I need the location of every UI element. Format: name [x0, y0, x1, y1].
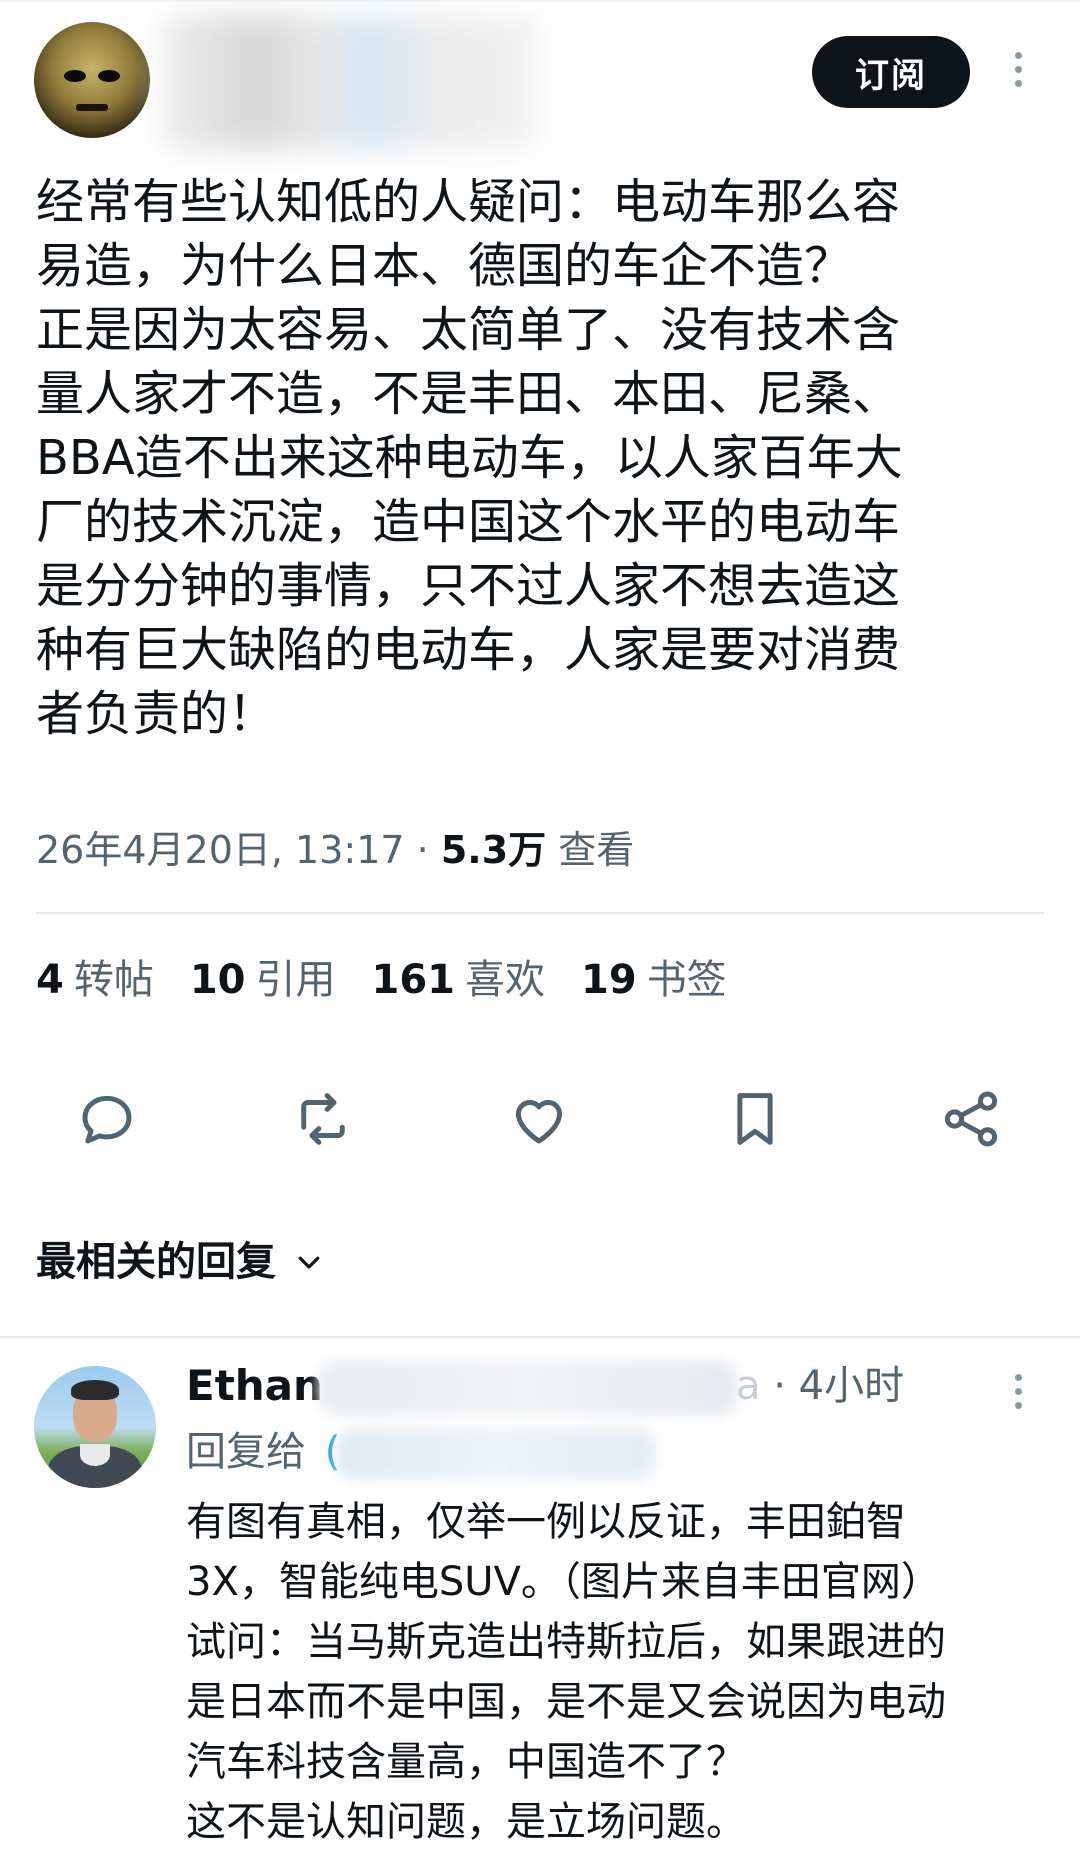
subscribe-button[interactable]: 订阅 [812, 36, 970, 108]
share-icon[interactable] [938, 1086, 1004, 1152]
post-timestamp[interactable]: 26年4月20日, 13:17 [36, 828, 405, 872]
engagement-stats: 4 转帖 10 引用 161 喜欢 19 书签 [36, 950, 763, 1010]
reply-to-line: 回复给 ( [186, 1424, 340, 1480]
reply-timestamp: · 4小时 [773, 1363, 905, 1409]
avatar-collar [80, 1444, 110, 1466]
post-meta: 26年4月20日, 13:17 · 5.3万 查看 [36, 820, 634, 880]
avatar-eye-left [64, 70, 86, 82]
blurred-author-name [160, 14, 540, 150]
stat-bookmarks[interactable]: 19 书签 [581, 957, 763, 1003]
replies-heading-label: 最相关的回复 [36, 1239, 276, 1285]
top-border [0, 0, 1080, 2]
repost-icon[interactable] [290, 1086, 356, 1152]
reply-text: 有图有真相，仅举一例以反证，丰田鉑智 3X，智能纯电SUV。（图片来自丰田官网）… [186, 1499, 946, 1845]
stat-quotes[interactable]: 10 引用 [190, 957, 372, 1003]
divider-meta [36, 912, 1044, 914]
chevron-down-icon [298, 1256, 320, 1269]
reply-to-label: 回复给 [186, 1429, 306, 1475]
reply-more-options-icon[interactable] [1013, 1374, 1023, 1409]
like-icon[interactable] [506, 1086, 572, 1152]
stat-reposts[interactable]: 4 转帖 [36, 957, 190, 1003]
avatar-hair [71, 1380, 119, 1400]
replies-sort-selector[interactable]: 最相关的回复 [36, 1232, 324, 1292]
reply-author-name[interactable]: Ethan [186, 1358, 323, 1414]
avatar-eye-right [98, 70, 120, 82]
reply-icon[interactable] [74, 1086, 140, 1152]
post-text: 经常有些认知低的人疑问：电动车那么容 易造，为什么日本、德国的车企不造？ 正是因… [36, 174, 903, 742]
blurred-reply-handle [318, 1360, 738, 1416]
views-count: 5.3万 [440, 828, 547, 872]
bookmark-icon[interactable] [722, 1086, 788, 1152]
blurred-reply-to-handle [336, 1428, 656, 1480]
avatar-mouth [76, 104, 108, 111]
meta-separator: · [404, 828, 441, 872]
reply-time[interactable]: a · 4小时 [736, 1358, 904, 1414]
views-label: 查看 [558, 828, 635, 872]
divider-replies [0, 1336, 1080, 1338]
reply-author-avatar[interactable] [34, 1366, 156, 1488]
more-options-icon[interactable] [1013, 52, 1023, 87]
author-avatar[interactable] [34, 22, 150, 138]
reply-handle-tail: a [736, 1363, 761, 1409]
stat-likes[interactable]: 161 喜欢 [372, 957, 582, 1003]
